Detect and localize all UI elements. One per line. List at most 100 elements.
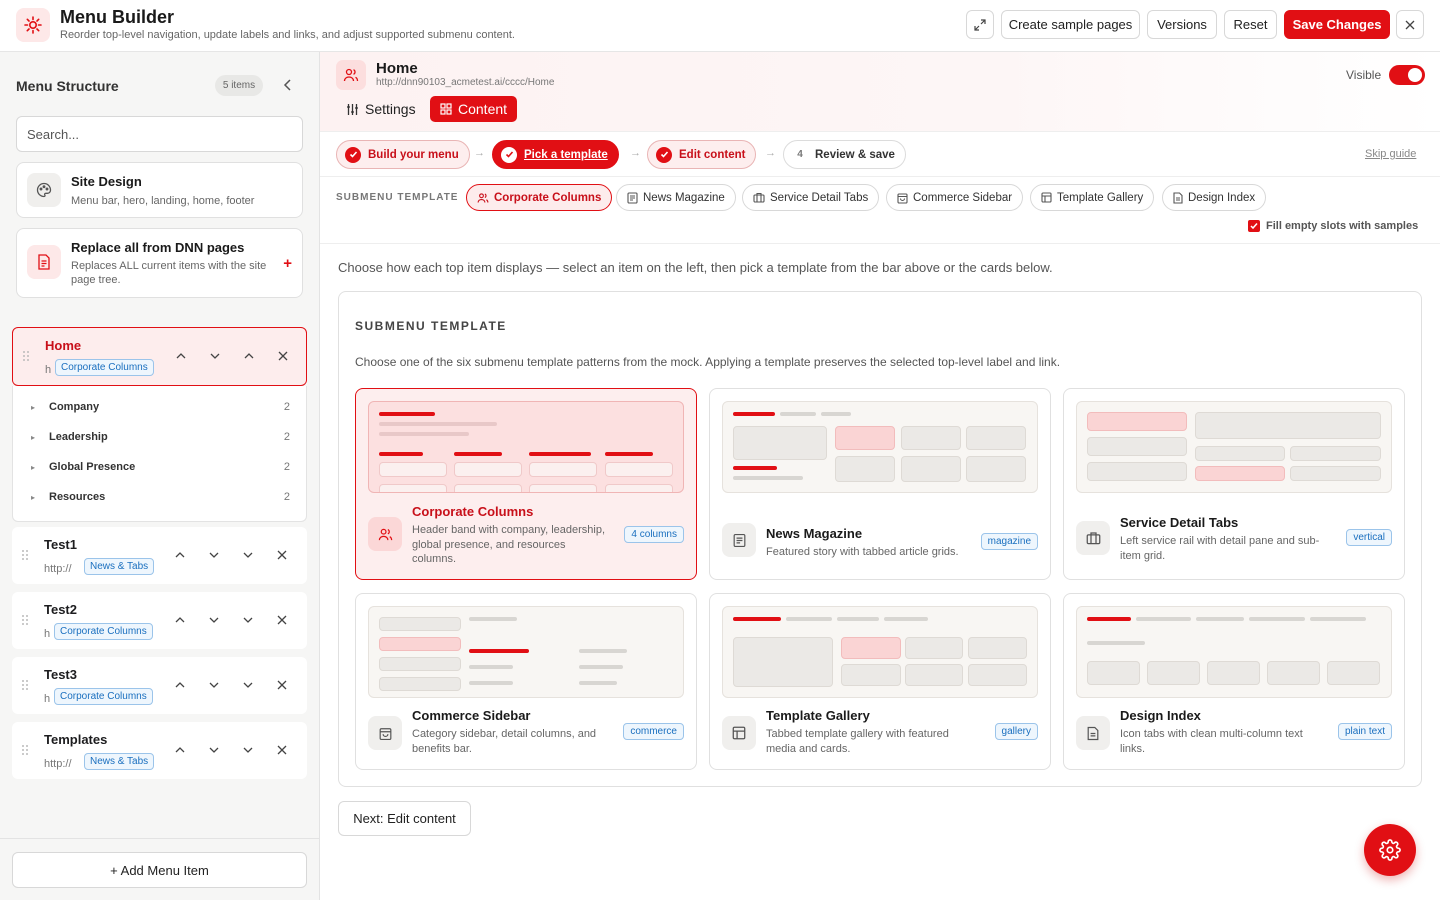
drag-handle-icon[interactable]	[21, 350, 31, 362]
search-input[interactable]	[16, 116, 303, 152]
submenu-count: 2	[283, 401, 290, 413]
drag-handle-icon[interactable]	[20, 679, 30, 691]
menu-item-title: Home	[45, 338, 82, 353]
step-label: Review & save	[815, 148, 895, 161]
chip-corporate-columns[interactable]: Corporate Columns	[466, 184, 613, 211]
template-name: Corporate Columns	[412, 504, 534, 519]
close-button[interactable]	[1396, 10, 1424, 39]
briefcase-icon	[1076, 521, 1110, 555]
move-up-icon[interactable]	[174, 349, 188, 363]
template-name: Design Index	[1120, 708, 1201, 723]
template-desc: Featured story with tabbed article grids…	[766, 546, 959, 558]
step-number: 4	[797, 149, 803, 160]
step-review-save[interactable]: 4 Review & save	[783, 140, 906, 169]
menu-item-home[interactable]: Home http://dnn90103_acmetest.ai/cccc/Ho…	[12, 327, 307, 386]
chip-label: Design Index	[1188, 191, 1256, 204]
briefcase-icon	[753, 192, 765, 203]
menu-item-templates[interactable]: Templates http:// News & Tabs	[12, 722, 307, 779]
collapse-children-icon[interactable]	[242, 349, 256, 363]
drag-handle-icon[interactable]	[20, 549, 30, 561]
skip-guide-link[interactable]: Skip guide	[1365, 148, 1416, 160]
add-menu-item-button[interactable]: + Add Menu Item	[12, 852, 307, 888]
drag-handle-icon[interactable]	[20, 614, 30, 626]
move-up-icon[interactable]	[173, 743, 187, 757]
next-edit-content-button[interactable]: Next: Edit content	[338, 801, 471, 836]
shopping-bag-icon	[897, 192, 908, 204]
checkbox-checked-icon[interactable]	[1248, 220, 1260, 232]
menu-item-url: http://	[44, 758, 72, 770]
template-badge: News & Tabs	[84, 753, 155, 770]
collapse-sidebar-button[interactable]	[280, 77, 296, 93]
template-card-news-magazine[interactable]: News Magazine Featured story with tabbed…	[709, 388, 1051, 580]
template-card-design-index[interactable]: Design Index Icon tabs with clean multi-…	[1063, 593, 1405, 770]
submenu-item[interactable]: ▸ Leadership 2	[13, 422, 306, 452]
chip-news-magazine[interactable]: News Magazine	[616, 184, 736, 211]
drag-handle-icon[interactable]	[20, 744, 30, 756]
versions-button[interactable]: Versions	[1147, 10, 1217, 39]
menu-item-url: http://dnn90103_acmetest.ai/cccc/Home	[45, 364, 51, 376]
template-card-commerce-sidebar[interactable]: Commerce Sidebar Category sidebar, detai…	[355, 593, 697, 770]
move-down-icon[interactable]	[208, 349, 222, 363]
menu-item-url: http://	[44, 628, 50, 640]
chip-commerce-sidebar[interactable]: Commerce Sidebar	[886, 184, 1024, 211]
replace-desc: Replaces ALL current items with the site…	[71, 260, 267, 286]
submenu-item[interactable]: ▸ Global Presence 2	[13, 452, 306, 482]
move-down-icon[interactable]	[207, 613, 221, 627]
menu-item-test1[interactable]: Test1 http:// News & Tabs	[12, 527, 307, 584]
settings-fab-button[interactable]	[1364, 824, 1416, 876]
layout-icon	[722, 716, 756, 750]
move-down-icon[interactable]	[207, 548, 221, 562]
reset-button[interactable]: Reset	[1224, 10, 1277, 39]
template-card-service-detail-tabs[interactable]: Service Detail Tabs Left service rail wi…	[1063, 388, 1405, 580]
move-up-icon[interactable]	[173, 678, 187, 692]
site-design-card[interactable]: Site Design Menu bar, hero, landing, hom…	[16, 162, 303, 218]
expand-icon	[974, 18, 986, 31]
delete-item-icon[interactable]	[275, 613, 289, 627]
menu-item-title: Test2	[44, 602, 77, 617]
chip-label: Service Detail Tabs	[770, 191, 869, 204]
chip-design-index[interactable]: Design Index	[1162, 184, 1267, 211]
template-card-corporate-columns[interactable]: Corporate Columns Header band with compa…	[355, 388, 697, 580]
submenu-item[interactable]: ▸ Company 2	[13, 392, 306, 422]
template-desc: Category sidebar, detail columns, and be…	[412, 728, 597, 755]
app-subtitle: Reorder top-level navigation, update lab…	[60, 29, 515, 41]
step-build-menu[interactable]: Build your menu	[336, 140, 470, 169]
fill-samples-label: Fill empty slots with samples	[1266, 220, 1419, 232]
wizard-steps: Build your menu → Pick a template → Edit…	[320, 132, 1440, 177]
delete-item-icon[interactable]	[275, 743, 289, 757]
move-down-icon[interactable]	[207, 678, 221, 692]
chip-service-detail-tabs[interactable]: Service Detail Tabs	[742, 184, 880, 211]
save-changes-button[interactable]: Save Changes	[1284, 10, 1390, 39]
visible-toggle[interactable]	[1389, 65, 1425, 85]
item-header: Home http://dnn90103_acmetest.ai/cccc/Ho…	[320, 52, 1440, 132]
expand-children-icon[interactable]	[241, 743, 255, 757]
expand-children-icon[interactable]	[241, 613, 255, 627]
step-pick-template[interactable]: Pick a template	[492, 140, 619, 169]
move-up-icon[interactable]	[173, 548, 187, 562]
expand-button[interactable]	[966, 10, 994, 39]
template-tag: commerce	[623, 723, 684, 740]
delete-item-icon[interactable]	[276, 349, 290, 363]
menu-item-test2[interactable]: Test2 http:// Corporate Columns	[12, 592, 307, 649]
replace-from-dnn-card[interactable]: Replace all from DNN pages Replaces ALL …	[16, 228, 303, 298]
menu-item-test3[interactable]: Test3 http:// Corporate Columns	[12, 657, 307, 714]
fill-samples-checkbox[interactable]: Fill empty slots with samples	[1248, 220, 1418, 232]
tab-settings[interactable]: Settings	[336, 96, 426, 122]
expand-children-icon[interactable]	[241, 548, 255, 562]
newspaper-icon	[627, 191, 638, 204]
create-sample-pages-button[interactable]: Create sample pages	[1001, 10, 1140, 39]
expand-children-icon[interactable]	[241, 678, 255, 692]
move-up-icon[interactable]	[173, 613, 187, 627]
step-label: Build your menu	[368, 148, 459, 161]
step-edit-content[interactable]: Edit content	[647, 140, 757, 169]
plus-icon[interactable]: +	[283, 255, 292, 272]
tab-content[interactable]: Content	[430, 96, 518, 122]
template-card-template-gallery[interactable]: Template Gallery Tabbed template gallery…	[709, 593, 1051, 770]
sidebar-title: Menu Structure	[16, 78, 119, 94]
move-down-icon[interactable]	[207, 743, 221, 757]
delete-item-icon[interactable]	[275, 678, 289, 692]
chip-template-gallery[interactable]: Template Gallery	[1030, 184, 1155, 211]
submenu-item[interactable]: ▸ Resources 2	[13, 482, 306, 512]
delete-item-icon[interactable]	[275, 548, 289, 562]
gear-icon	[1379, 839, 1401, 861]
